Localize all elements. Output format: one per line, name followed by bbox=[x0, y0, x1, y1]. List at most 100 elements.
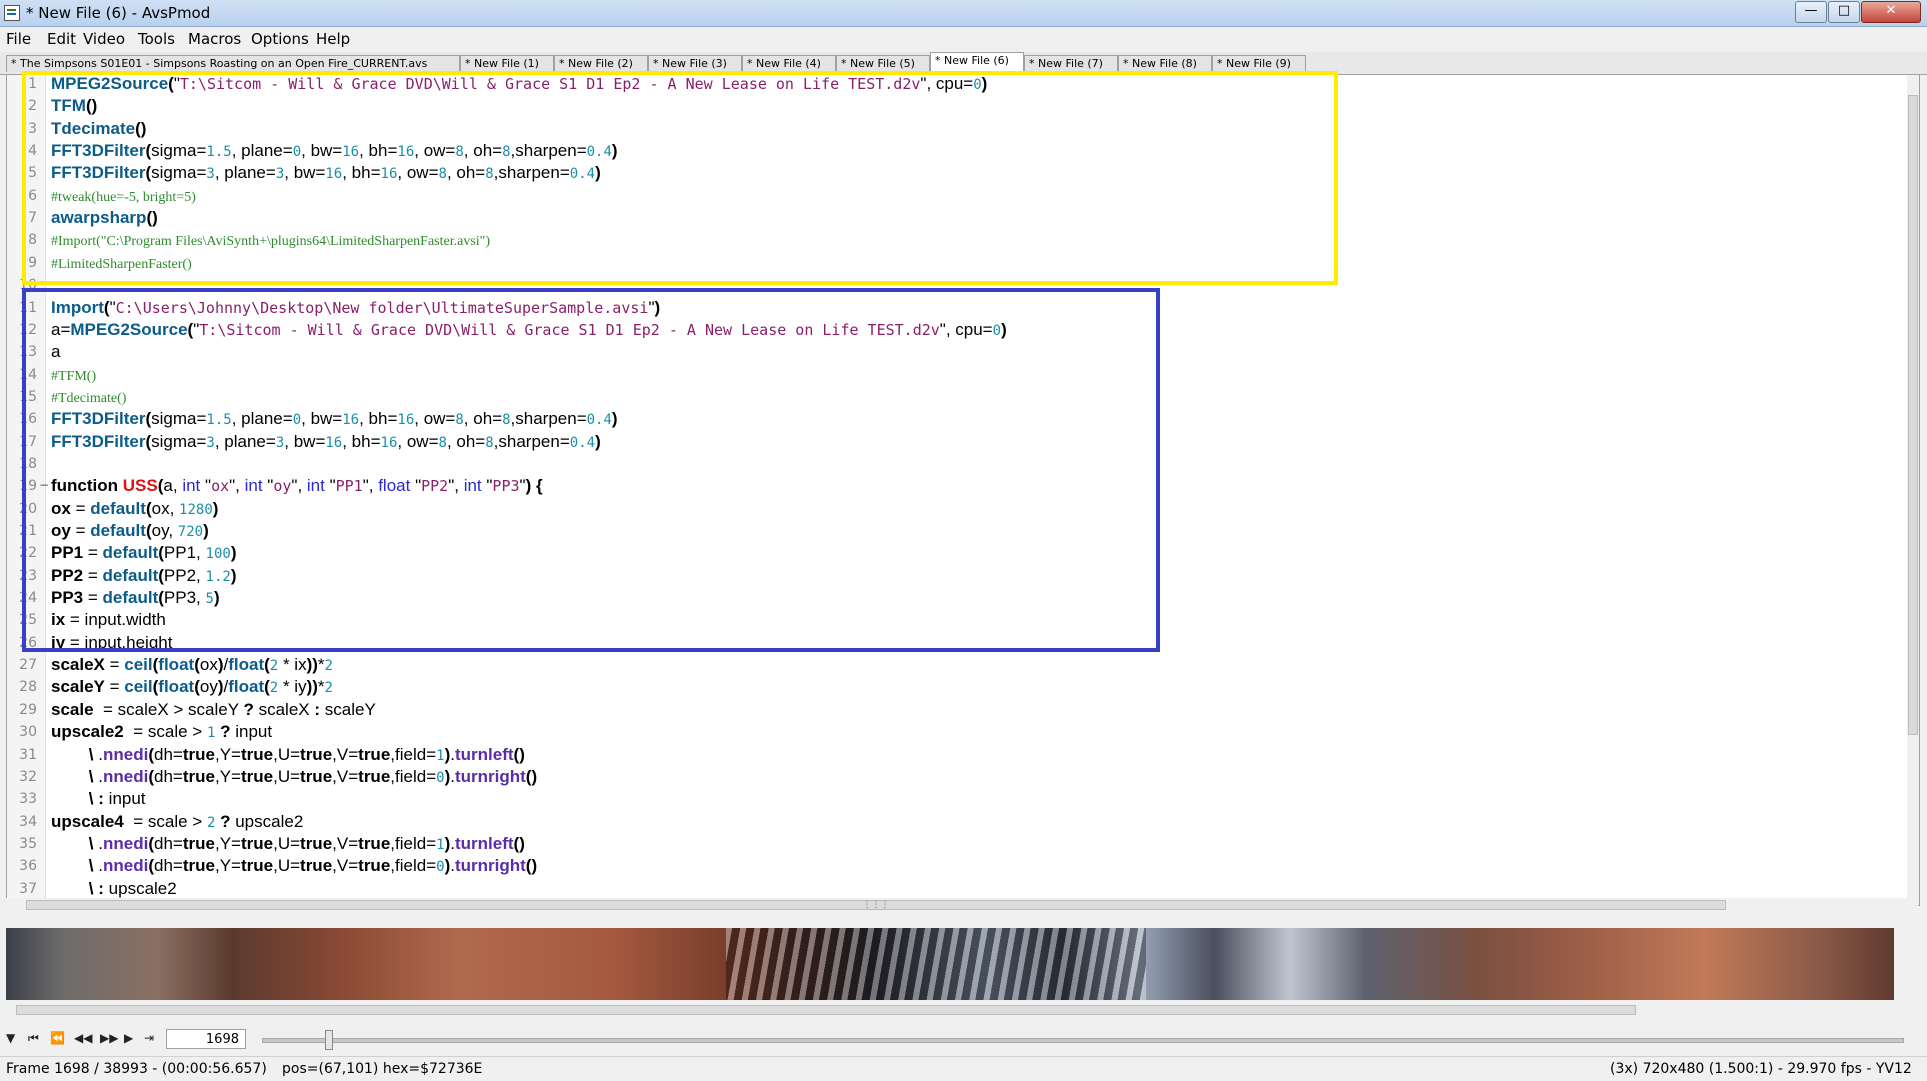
menu-help[interactable]: Help bbox=[316, 30, 350, 48]
first-frame-icon[interactable]: ⏮ bbox=[28, 1031, 39, 1046]
code-line[interactable]: 4 FFT3DFilter(sigma=1.5, plane=0, bw=16, … bbox=[7, 140, 1867, 162]
code-line[interactable]: 20 ox = default(ox, 1280) bbox=[7, 498, 1867, 520]
code-line[interactable]: 18 bbox=[7, 453, 1867, 475]
next-step-icon[interactable]: ▶▶ bbox=[100, 1031, 118, 1045]
menu-video[interactable]: Video bbox=[83, 30, 125, 48]
code-text[interactable]: TFM() bbox=[51, 96, 97, 116]
code-text[interactable]: \ .nnedi(dh=true,Y=true,U=true,V=true,fi… bbox=[51, 856, 537, 876]
code-line[interactable]: 24 PP3 = default(PP3, 5) bbox=[7, 587, 1867, 609]
code-line[interactable]: 31 \ .nnedi(dh=true,Y=true,U=true,V=true… bbox=[7, 744, 1867, 766]
code-text[interactable]: upscale2 = scale > 1 ? input bbox=[51, 722, 272, 742]
code-line[interactable]: 34 upscale4 = scale > 2 ? upscale2 bbox=[7, 811, 1867, 833]
code-text[interactable]: a=MPEG2Source("T:\Sitcom - Will & Grace … bbox=[51, 320, 1007, 340]
code-line[interactable]: 16 FFT3DFilter(sigma=1.5, plane=0, bw=16,… bbox=[7, 408, 1867, 430]
menu-macros[interactable]: Macros bbox=[188, 30, 241, 48]
code-line[interactable]: 5 FFT3DFilter(sigma=3, plane=3, bw=16, bh… bbox=[7, 162, 1867, 184]
tab-new-file-8[interactable]: * New File (8) bbox=[1118, 55, 1212, 72]
code-line[interactable]: 12 a=MPEG2Source("T:\Sitcom - Will & Grac… bbox=[7, 319, 1867, 341]
code-line[interactable]: 37 \ : upscale2 bbox=[7, 878, 1867, 900]
code-text[interactable]: #Tdecimate() bbox=[51, 387, 126, 407]
code-line[interactable]: 15 #Tdecimate() bbox=[7, 386, 1867, 408]
code-line[interactable]: 2 TFM() bbox=[7, 95, 1867, 117]
code-line[interactable]: 13 a bbox=[7, 341, 1867, 363]
code-text[interactable]: Tdecimate() bbox=[51, 119, 146, 139]
code-text[interactable]: \ .nnedi(dh=true,Y=true,U=true,V=true,fi… bbox=[51, 767, 537, 787]
code-line[interactable]: 26 iy = input.height bbox=[7, 632, 1867, 654]
code-line[interactable]: 11 Import("C:\Users\Johnny\Desktop\New fo… bbox=[7, 297, 1867, 319]
prev-frame-icon[interactable]: ⏪ bbox=[50, 1031, 65, 1045]
frame-number-input[interactable]: 1698 bbox=[166, 1029, 246, 1049]
code-text[interactable]: FFT3DFilter(sigma=1.5, plane=0, bw=16, b… bbox=[51, 409, 618, 429]
code-line[interactable]: 30 upscale2 = scale > 1 ? input bbox=[7, 721, 1867, 743]
code-line[interactable]: 27 scaleX = ceil(float(ox)/float(2 * ix))… bbox=[7, 654, 1867, 676]
preview-vertical-scrollbar[interactable] bbox=[1894, 928, 1918, 1000]
code-line[interactable]: 9 #LimitedSharpenFaster() bbox=[7, 252, 1867, 274]
fold-marker-icon[interactable]: − bbox=[39, 478, 49, 492]
tab-simpsons[interactable]: * The Simpsons S01E01 - Simpsons Roastin… bbox=[6, 55, 460, 72]
video-preview[interactable] bbox=[6, 928, 1894, 1000]
frame-slider[interactable] bbox=[262, 1030, 1904, 1050]
code-text[interactable]: \ : upscale2 bbox=[51, 879, 177, 899]
menu-options[interactable]: Options bbox=[251, 30, 309, 48]
code-text[interactable]: PP3 = default(PP3, 5) bbox=[51, 588, 220, 608]
code-text[interactable]: ox = default(ox, 1280) bbox=[51, 499, 218, 519]
code-text[interactable]: \ : input bbox=[51, 789, 146, 809]
code-text[interactable]: Import("C:\Users\Johnny\Desktop\New fold… bbox=[51, 298, 660, 318]
code-line[interactable]: 22 PP1 = default(PP1, 100) bbox=[7, 542, 1867, 564]
code-line[interactable]: 36 \ .nnedi(dh=true,Y=true,U=true,V=true… bbox=[7, 855, 1867, 877]
prev-step-icon[interactable]: ◀◀ bbox=[74, 1031, 92, 1045]
tab-new-file-2[interactable]: * New File (2) bbox=[554, 55, 648, 72]
code-text[interactable]: FFT3DFilter(sigma=3, plane=3, bw=16, bh=… bbox=[51, 163, 601, 183]
close-button[interactable]: ✕ bbox=[1861, 1, 1921, 23]
tab-new-file-1[interactable]: * New File (1) bbox=[460, 55, 554, 72]
code-line[interactable]: 10 bbox=[7, 274, 1867, 296]
menu-edit[interactable]: Edit bbox=[47, 30, 76, 48]
code-text[interactable]: upscale4 = scale > 2 ? upscale2 bbox=[51, 812, 303, 832]
code-text[interactable]: #LimitedSharpenFaster() bbox=[51, 253, 192, 273]
code-line[interactable]: 3 Tdecimate() bbox=[7, 118, 1867, 140]
code-text[interactable]: oy = default(oy, 720) bbox=[51, 521, 209, 541]
editor-vertical-scrollbar[interactable] bbox=[1907, 75, 1919, 905]
code-text[interactable]: function USS(a, int "ox", int "oy", int … bbox=[51, 476, 543, 496]
code-line[interactable]: 21 oy = default(oy, 720) bbox=[7, 520, 1867, 542]
tab-new-file-3[interactable]: * New File (3) bbox=[648, 55, 742, 72]
app-icon[interactable] bbox=[4, 5, 20, 21]
code-text[interactable]: \ .nnedi(dh=true,Y=true,U=true,V=true,fi… bbox=[51, 834, 525, 854]
goto-frame-icon[interactable]: ⇥ bbox=[144, 1031, 154, 1045]
code-text[interactable]: FFT3DFilter(sigma=1.5, plane=0, bw=16, b… bbox=[51, 141, 618, 161]
tab-new-file-4[interactable]: * New File (4) bbox=[742, 55, 836, 72]
editor-horizontal-scrollbar[interactable]: ⋮⋮⋮ bbox=[6, 898, 1918, 912]
code-line[interactable]: 7 awarpsharp() bbox=[7, 207, 1867, 229]
code-text[interactable]: PP2 = default(PP2, 1.2) bbox=[51, 566, 236, 586]
maximize-button[interactable]: □ bbox=[1828, 1, 1860, 23]
code-line[interactable]: 29 scale = scaleX > scaleY ? scaleX : sca… bbox=[7, 699, 1867, 721]
preview-horizontal-scrollbar[interactable] bbox=[6, 1003, 1918, 1017]
editor-vscroll-thumb[interactable] bbox=[1908, 95, 1918, 735]
tab-new-file-9[interactable]: * New File (9) bbox=[1212, 55, 1306, 72]
code-line[interactable]: 32 \ .nnedi(dh=true,Y=true,U=true,V=true… bbox=[7, 766, 1867, 788]
code-line[interactable]: 35 \ .nnedi(dh=true,Y=true,U=true,V=true… bbox=[7, 833, 1867, 855]
play-icon[interactable]: ▶ bbox=[124, 1031, 133, 1045]
code-text[interactable]: FFT3DFilter(sigma=3, plane=3, bw=16, bh=… bbox=[51, 432, 601, 452]
code-line[interactable]: 1 MPEG2Source("T:\Sitcom - Will & Grace D… bbox=[7, 75, 1867, 95]
code-text[interactable]: scaleX = ceil(float(ox)/float(2 * ix))*2 bbox=[51, 655, 333, 675]
code-line[interactable]: 28 scaleY = ceil(float(oy)/float(2 * iy))… bbox=[7, 676, 1867, 698]
code-text[interactable]: scaleY = ceil(float(oy)/float(2 * iy))*2 bbox=[51, 677, 333, 697]
code-line[interactable]: 17 FFT3DFilter(sigma=3, plane=3, bw=16, b… bbox=[7, 431, 1867, 453]
menu-file[interactable]: File bbox=[6, 30, 31, 48]
code-text[interactable]: scale = scaleX > scaleY ? scaleX : scale… bbox=[51, 700, 376, 720]
tab-new-file-7[interactable]: * New File (7) bbox=[1024, 55, 1118, 72]
tab-new-file-5[interactable]: * New File (5) bbox=[836, 55, 930, 72]
code-line[interactable]: 14 #TFM() bbox=[7, 364, 1867, 386]
code-line[interactable]: 25 ix = input.width bbox=[7, 609, 1867, 631]
toggle-preview-icon[interactable]: ▼ bbox=[6, 1031, 15, 1045]
tab-new-file-6[interactable]: * New File (6) bbox=[930, 52, 1024, 73]
code-text[interactable]: PP1 = default(PP1, 100) bbox=[51, 543, 236, 563]
code-text[interactable]: \ .nnedi(dh=true,Y=true,U=true,V=true,fi… bbox=[51, 745, 525, 765]
code-text[interactable]: iy = input.height bbox=[51, 633, 172, 653]
editor-hscroll-thumb[interactable]: ⋮⋮⋮ bbox=[26, 900, 1726, 910]
script-editor[interactable]: 1 MPEG2Source("T:\Sitcom - Will & Grace D… bbox=[6, 74, 1920, 906]
code-text[interactable]: a bbox=[51, 342, 60, 362]
code-text[interactable]: MPEG2Source("T:\Sitcom - Will & Grace DV… bbox=[51, 75, 987, 94]
minimize-button[interactable]: — bbox=[1795, 1, 1827, 23]
